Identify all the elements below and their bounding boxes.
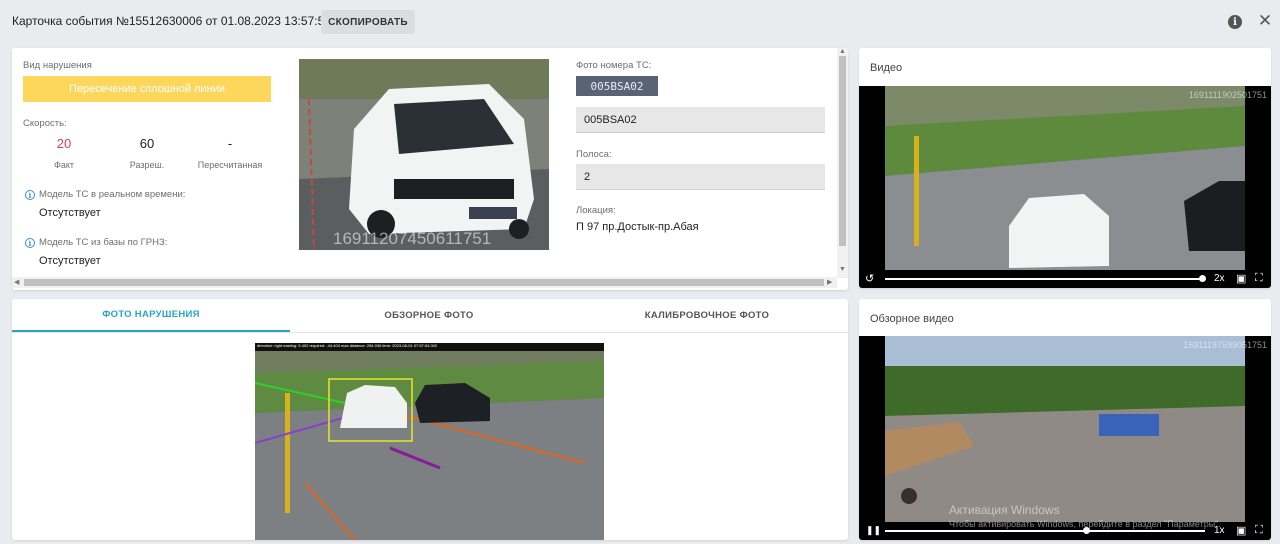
violation-type-label: Вид нарушения — [23, 60, 92, 71]
overview-video-controls: ❚❚ 1x ▣ ⛶ — [859, 522, 1271, 540]
video-controls: ↺ 2x ▣ ⛶ — [859, 270, 1271, 288]
scrollbar-thumb[interactable] — [24, 279, 824, 286]
speed-recalculated-label: Пересчитанная — [197, 160, 263, 170]
model-db-label: Модель ТС из базы по ГРНЗ: — [39, 237, 168, 248]
video-speed[interactable]: 2x — [1214, 273, 1225, 284]
overview-video-player[interactable]: 16911197599051751 Активация Windows Чтоб… — [859, 336, 1271, 540]
speed-recalculated: - — [227, 136, 233, 151]
top-bar: Карточка события №15512630006 от 01.08.2… — [0, 0, 1280, 44]
model-db-value: Отсутствует — [39, 255, 101, 267]
tab-overview-photo[interactable]: ОБЗОРНОЕ ФОТО — [290, 299, 568, 332]
pip-icon[interactable]: ▣ — [1236, 272, 1246, 285]
pip-icon[interactable]: ▣ — [1236, 524, 1246, 537]
violation-photo[interactable]: direction: right easting: 5.402 required… — [255, 343, 604, 540]
tab-violation-photo[interactable]: ФОТО НАРУШЕНИЯ — [12, 299, 290, 332]
vertical-scrollbar[interactable]: ▲ ▼ — [837, 48, 848, 278]
scroll-left-arrow[interactable]: ◀ — [14, 278, 19, 286]
location-value: П 97 пр.Достык-пр.Абая — [576, 221, 699, 233]
lane-label: Полоса: — [576, 149, 612, 160]
plate-number-field[interactable]: 005BSA02 — [576, 107, 825, 133]
overview-video-card: Обзорное видео 16911197599051751 Активац… — [859, 299, 1271, 540]
scroll-down-arrow[interactable]: ▼ — [839, 266, 846, 273]
speed-label: Скорость: — [23, 118, 67, 129]
model-realtime-label: Модель ТС в реальном времени: — [39, 189, 186, 200]
video-id-overlay: 1691111902501751 — [1188, 90, 1267, 100]
pause-icon[interactable]: ❚❚ — [866, 525, 881, 536]
fullscreen-icon[interactable]: ⛶ — [1255, 272, 1263, 285]
windows-activation-title: Активация Windows — [949, 503, 1060, 517]
violation-photo-caption: direction: right easting: 5.402 required… — [257, 343, 438, 348]
fullscreen-icon[interactable]: ⛶ — [1255, 524, 1263, 537]
plate-photo-label: Фото номера ТС: — [576, 60, 652, 71]
violation-type-badge: Пересечение сплошной линии — [23, 76, 271, 102]
replay-icon[interactable]: ↺ — [865, 272, 874, 285]
speed-allowed: 60 — [139, 136, 155, 151]
scroll-up-arrow[interactable]: ▲ — [839, 48, 846, 55]
overview-video-speed[interactable]: 1x — [1214, 525, 1225, 536]
speed-actual-label: Факт — [53, 160, 74, 170]
info-icon[interactable]: i — [25, 190, 35, 200]
photos-tabs-card: ФОТО НАРУШЕНИЯ ОБЗОРНОЕ ФОТО КАЛИБРОВОЧН… — [12, 299, 848, 540]
overview-progress-knob[interactable] — [1083, 527, 1090, 534]
scrollbar-thumb[interactable] — [839, 56, 846, 246]
video-progress-track[interactable] — [885, 278, 1205, 280]
overview-video-title: Обзорное видео — [870, 313, 954, 325]
close-icon[interactable]: ✕ — [1257, 12, 1273, 30]
speed-actual: 20 — [56, 136, 72, 151]
tabs-divider — [12, 332, 848, 333]
video-title: Видео — [870, 62, 903, 74]
location-label: Локация: — [576, 205, 616, 216]
photo-id-watermark: 1691120745061175​1 — [333, 229, 492, 248]
info-icon[interactable]: i — [1228, 15, 1242, 29]
vehicle-photo[interactable]: 1691120745061175​1 — [299, 59, 549, 250]
tab-calibration-photo[interactable]: КАЛИБРОВОЧНОЕ ФОТО — [568, 299, 846, 332]
speed-allowed-label: Разреш. — [129, 160, 165, 170]
copy-button[interactable]: СКОПИРОВАТЬ — [321, 10, 415, 34]
scroll-right-arrow[interactable]: ▶ — [827, 278, 832, 286]
overview-video-id-overlay: 16911197599051751 — [1183, 340, 1267, 350]
video-card: Видео 1691111902501751 ↺ 2x ▣ ⛶ — [859, 48, 1271, 288]
video-progress-knob[interactable] — [1199, 275, 1206, 282]
event-card-title: Карточка события №15512630006 от 01.08.2… — [12, 14, 331, 28]
info-icon[interactable]: i — [25, 238, 35, 248]
event-details-card: Вид нарушения Пересечение сплошной линии… — [12, 48, 848, 290]
overview-progress-track[interactable] — [885, 530, 1205, 532]
video-player[interactable]: 1691111902501751 ↺ 2x ▣ ⛶ — [859, 86, 1271, 288]
horizontal-scrollbar[interactable]: ◀ ▶ — [12, 277, 837, 288]
model-realtime-value: Отсутствует — [39, 207, 101, 219]
lane-field[interactable]: 2 — [576, 164, 825, 190]
plate-photo[interactable]: 005BSA02 — [576, 76, 658, 96]
